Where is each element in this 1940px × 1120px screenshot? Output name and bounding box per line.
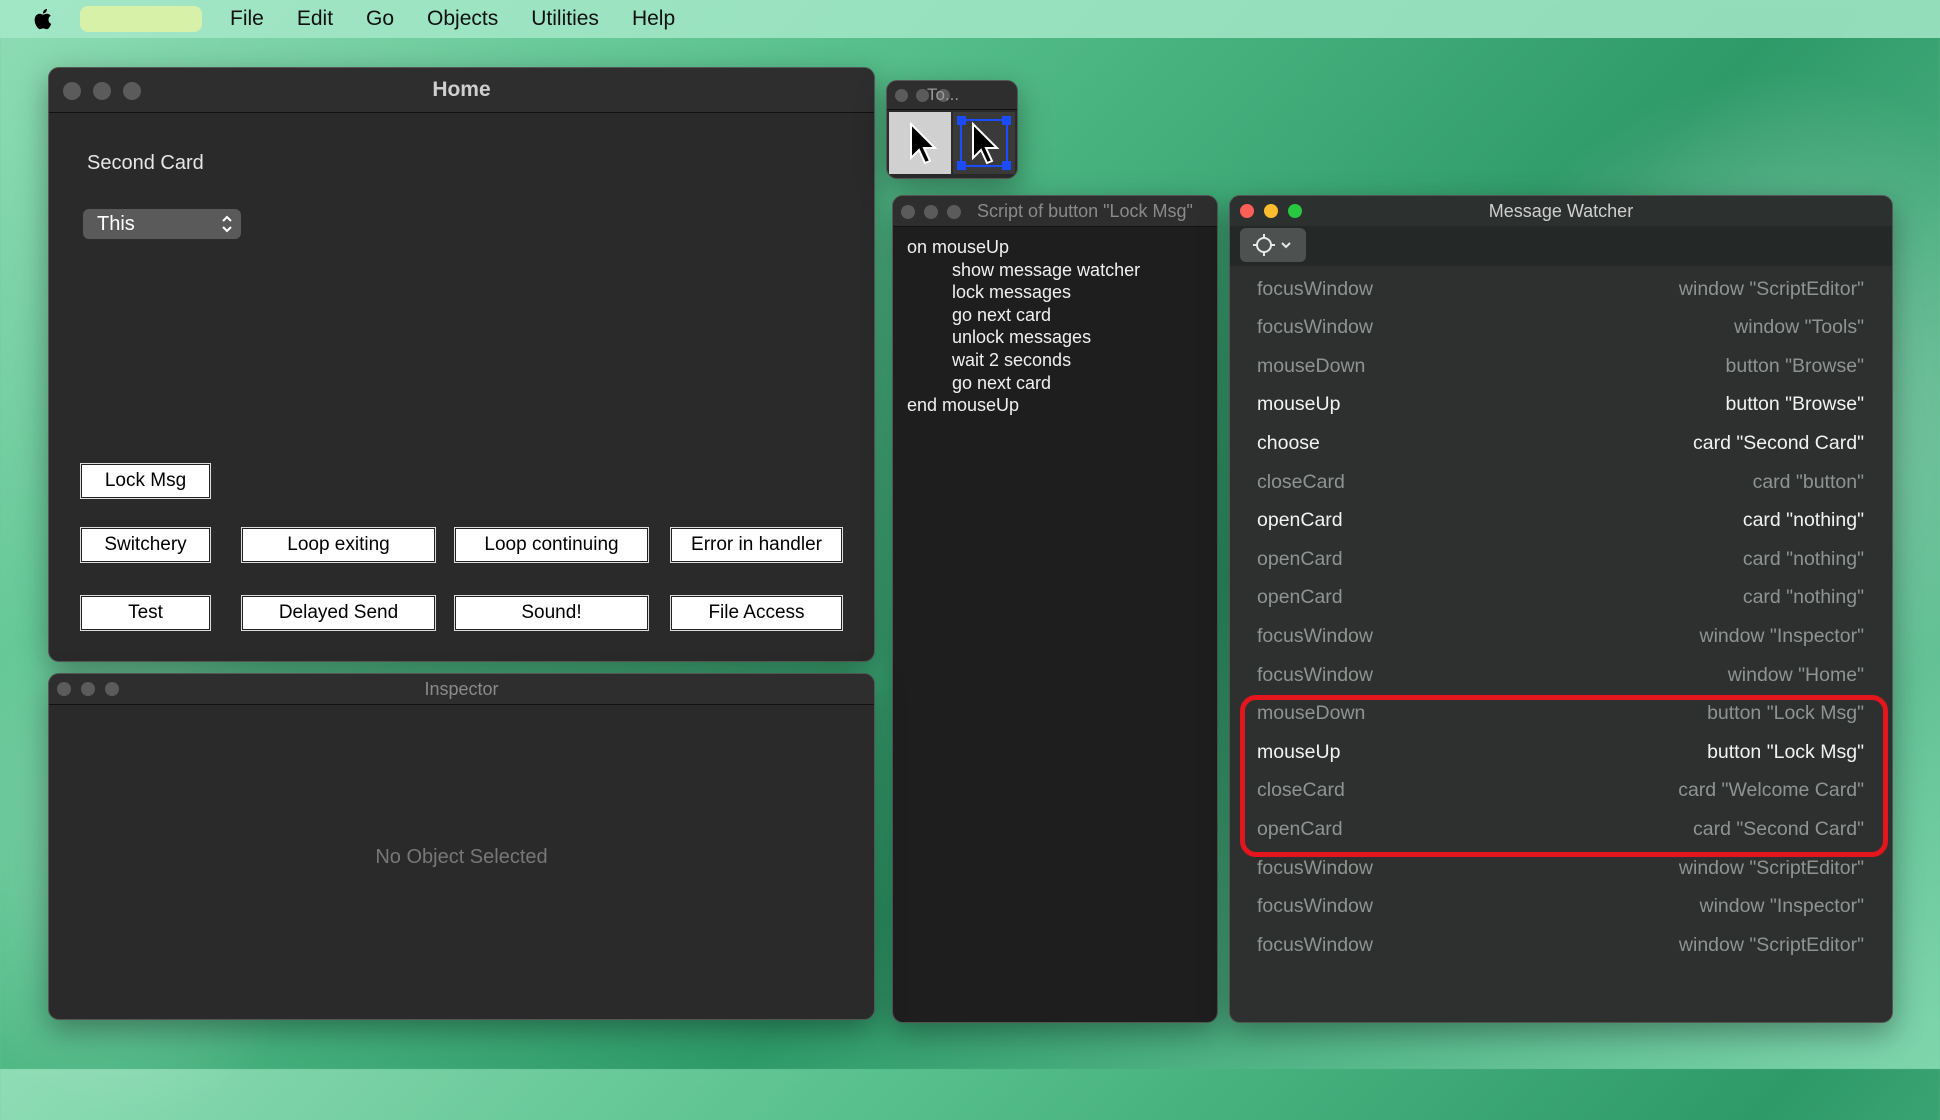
close-button[interactable]: [895, 89, 908, 102]
message-row[interactable]: closeCard card "button": [1257, 463, 1864, 501]
message-row[interactable]: openCard card "nothing": [1257, 502, 1864, 540]
tools-titlebar[interactable]: To...: [887, 81, 1017, 110]
message-name: openCard: [1257, 547, 1343, 570]
message-watcher-window: Message Watcher focusWindow window "Scrip…: [1229, 195, 1893, 1023]
loop-continuing-button[interactable]: Loop continuing: [454, 527, 649, 563]
message-name: choose: [1257, 431, 1320, 454]
crosshair-dropdown-icon: [1253, 234, 1291, 256]
window-title: Message Watcher: [1488, 201, 1634, 221]
code-line: unlock messages: [952, 327, 1092, 348]
script-text-area[interactable]: on mouseUp show message watcher lock mes…: [907, 236, 1140, 417]
no-object-selected-label: No Object Selected: [375, 846, 548, 868]
message-name: focusWindow: [1257, 316, 1373, 339]
message-target: card "nothing": [1742, 547, 1864, 570]
message-target: window "Home": [1727, 663, 1864, 686]
close-button[interactable]: [901, 205, 915, 219]
message-target: window "ScriptEditor": [1678, 856, 1864, 879]
loop-exiting-button[interactable]: Loop exiting: [241, 527, 436, 563]
message-target: window "ScriptEditor": [1678, 933, 1864, 956]
message-row[interactable]: openCard card "nothing": [1257, 540, 1864, 578]
sound-button[interactable]: Sound!: [454, 595, 649, 631]
minimize-button[interactable]: [924, 205, 938, 219]
message-name: focusWindow: [1257, 895, 1373, 918]
error-in-handler-button[interactable]: Error in handler: [670, 527, 843, 563]
message-name: focusWindow: [1257, 277, 1373, 300]
message-row[interactable]: mouseUp button "Browse": [1257, 386, 1864, 424]
file-access-button[interactable]: File Access: [670, 595, 843, 631]
script-editor-window: Script of button "Lock Msg" on mouseUp s…: [892, 195, 1218, 1023]
message-name: focusWindow: [1257, 933, 1373, 956]
message-row[interactable]: openCard card "nothing": [1257, 579, 1864, 617]
message-name: mouseDown: [1257, 354, 1366, 377]
code-line: show message watcher: [952, 259, 1141, 280]
switchery-button[interactable]: Switchery: [80, 527, 211, 563]
message-target: button "Browse": [1725, 393, 1865, 416]
tools-palette: To...: [886, 80, 1018, 179]
menu-objects[interactable]: Objects: [427, 7, 498, 31]
message-target: window "ScriptEditor": [1678, 277, 1864, 300]
browse-tool[interactable]: [889, 112, 951, 174]
message-name: focusWindow: [1257, 663, 1373, 686]
message-target: button "Browse": [1725, 354, 1865, 377]
message-target: window "Inspector": [1699, 624, 1864, 647]
message-name: openCard: [1257, 509, 1343, 532]
window-title: Inspector: [424, 679, 499, 699]
window-title: Home: [432, 78, 491, 101]
menu-bar: File Edit Go Objects Utilities Help: [0, 0, 1940, 38]
code-line: go next card: [952, 304, 1052, 325]
this-popup[interactable]: This: [83, 209, 241, 239]
menu-help[interactable]: Help: [632, 7, 675, 31]
up-down-chevron-icon: [222, 215, 232, 233]
message-watcher-titlebar[interactable]: Message Watcher: [1230, 196, 1892, 226]
message-target: window "Inspector": [1699, 895, 1864, 918]
message-list[interactable]: focusWindow window "ScriptEditor" focusWin…: [1230, 266, 1892, 1022]
inspector-window: Inspector No Object Selected: [48, 673, 875, 1020]
code-line: wait 2 seconds: [952, 349, 1072, 370]
menu-go[interactable]: Go: [366, 7, 394, 31]
code-line: end mouseUp: [907, 395, 1020, 416]
inspector-titlebar[interactable]: Inspector: [49, 674, 874, 705]
message-row[interactable]: focusWindow window "Tools": [1257, 309, 1864, 347]
edit-tool[interactable]: [953, 112, 1015, 174]
window-title: Script of button "Lock Msg": [977, 201, 1193, 221]
message-name: openCard: [1257, 586, 1343, 609]
code-line: go next card: [952, 372, 1052, 393]
popup-value: This: [97, 213, 135, 235]
message-name: closeCard: [1257, 470, 1345, 493]
home-window: Home Second Card This Lock Msg Switchery…: [48, 67, 875, 662]
arrow-cursor-icon: [910, 121, 938, 165]
object-select-icon: [957, 116, 1011, 170]
message-row[interactable]: focusWindow window "Home": [1257, 656, 1864, 694]
apple-menu-icon[interactable]: [32, 7, 52, 31]
message-row[interactable]: choose card "Second Card": [1257, 424, 1864, 462]
home-titlebar[interactable]: Home: [49, 68, 874, 113]
message-target: card "Second Card": [1692, 431, 1864, 454]
highlight-annotation: [1240, 695, 1888, 857]
message-target: card "nothing": [1742, 509, 1864, 532]
app-name-menu[interactable]: [80, 6, 202, 32]
message-row[interactable]: focusWindow window "Inspector": [1257, 617, 1864, 655]
lock-msg-button[interactable]: Lock Msg: [80, 463, 211, 499]
message-target: card "button": [1752, 470, 1864, 493]
code-line: on mouseUp: [907, 237, 1010, 257]
message-row[interactable]: focusWindow window "ScriptEditor": [1257, 926, 1864, 964]
delayed-send-button[interactable]: Delayed Send: [241, 595, 436, 631]
message-target: card "nothing": [1742, 586, 1864, 609]
message-name: focusWindow: [1257, 856, 1373, 879]
message-target: window "Tools": [1734, 316, 1864, 339]
message-row[interactable]: focusWindow window "ScriptEditor": [1257, 270, 1864, 308]
script-titlebar[interactable]: Script of button "Lock Msg": [893, 196, 1217, 227]
menu-utilities[interactable]: Utilities: [531, 7, 599, 31]
window-title: To...: [927, 85, 960, 104]
message-row[interactable]: mouseDown button "Browse": [1257, 347, 1864, 385]
message-name: focusWindow: [1257, 624, 1373, 647]
menu-edit[interactable]: Edit: [297, 7, 333, 31]
code-line: lock messages: [952, 282, 1072, 303]
target-filter-button[interactable]: [1240, 228, 1306, 262]
menu-file[interactable]: File: [230, 7, 264, 31]
message-name: mouseUp: [1257, 393, 1341, 416]
test-button[interactable]: Test: [80, 595, 211, 631]
message-row[interactable]: focusWindow window "Inspector": [1257, 888, 1864, 926]
card-name-label: Second Card: [87, 152, 204, 174]
